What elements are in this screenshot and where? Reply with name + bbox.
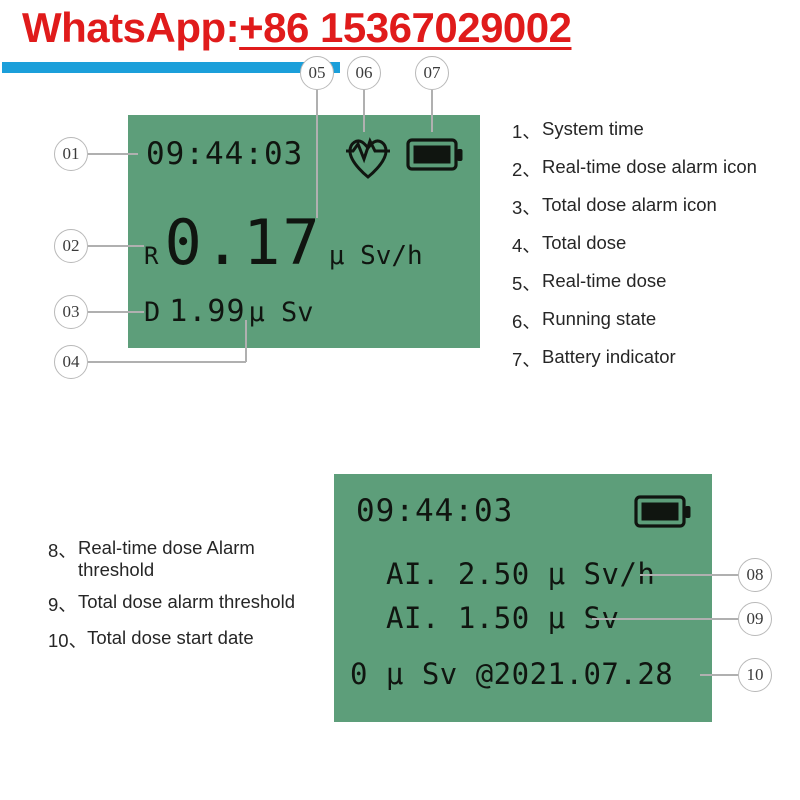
whatsapp-label: WhatsApp: — [22, 4, 240, 51]
legend-item: 7、 Battery indicator — [512, 346, 792, 372]
battery-full-icon — [406, 135, 466, 179]
callout-02-leader — [88, 245, 144, 247]
legend-list-bottom: 8、 Real-time dose Alarm threshold 9、 Tot… — [48, 537, 323, 663]
legend-item-label: Total dose start date — [87, 627, 254, 648]
callout-04-leader-h — [88, 361, 246, 363]
lcd-realtime-dose-prefix: R — [144, 242, 159, 270]
legend-item-number: 7、 — [512, 349, 541, 370]
legend-item-number: 1、 — [512, 121, 541, 142]
legend-item-number: 10、 — [48, 630, 88, 651]
callout-01: 01 — [54, 137, 88, 171]
whatsapp-phone-number: +86 15367029002 — [239, 4, 572, 51]
legend-item: 2、 Real-time dose alarm icon — [512, 156, 792, 182]
legend-item-number: 2、 — [512, 159, 541, 180]
legend-item-label: Total dose alarm threshold — [78, 591, 295, 612]
legend-item-number: 9、 — [48, 594, 77, 615]
lcd-total-dose-prefix: D — [144, 297, 161, 328]
legend-item: 10、 Total dose start date — [48, 627, 323, 653]
callout-07: 07 — [415, 56, 449, 90]
lcd-screen-alarm-settings: 09:44:03 AI. 2.50 μ Sv/h AI. 1.50 μ Sv 0… — [334, 474, 712, 722]
legend-item-label: Running state — [542, 308, 657, 329]
legend-item: 6、 Running state — [512, 308, 792, 334]
legend-item: 3、 Total dose alarm icon — [512, 194, 792, 220]
callout-05-leader — [316, 90, 318, 218]
lcd-total-dose-start-date: 0 μ Sv @2021.07.28 — [350, 657, 674, 691]
callout-03-leader — [88, 311, 144, 313]
lcd-total-dose-alarm-threshold: AI. 1.50 μ Sv — [386, 601, 620, 635]
legend-item-label: System time — [542, 118, 644, 139]
legend-item-number: 4、 — [512, 235, 541, 256]
legend-item-number: 5、 — [512, 273, 541, 294]
lcd-total-dose-row: D 1.99 μ Sv — [144, 297, 314, 327]
callout-04-leader-v — [245, 320, 247, 362]
legend-item: 9、 Total dose alarm threshold — [48, 591, 323, 617]
lcd-realtime-dose-unit: μ Sv/h — [328, 241, 423, 271]
callout-08: 08 — [738, 558, 772, 592]
legend-item-label: Total dose — [542, 232, 627, 253]
lcd-system-time: 09:44:03 — [146, 136, 304, 172]
lcd-total-dose-value: 1.99 — [169, 294, 246, 329]
lcd-realtime-dose-alarm-threshold: AI. 2.50 μ Sv/h — [386, 557, 656, 591]
callout-07-leader — [431, 90, 433, 132]
heartbeat-icon — [340, 133, 396, 187]
header-banner: WhatsApp:+86 15367029002 — [0, 0, 800, 76]
lcd-realtime-dose-row: R 0.17 μ Sv/h — [144, 206, 423, 279]
callout-01-leader — [88, 153, 138, 155]
callout-10-leader — [700, 674, 738, 676]
lcd-alarm-system-time: 09:44:03 — [356, 493, 514, 529]
callout-10: 10 — [738, 658, 772, 692]
callout-09-leader — [592, 618, 738, 620]
legend-item-number: 8、 — [48, 540, 77, 561]
legend-item: 5、 Real-time dose — [512, 270, 792, 296]
legend-item: 4、 Total dose — [512, 232, 792, 258]
legend-item-label: Battery indicator — [542, 346, 676, 367]
blue-divider-bar — [2, 62, 340, 73]
callout-04: 04 — [54, 345, 88, 379]
legend-item-label: Real-time dose Alarm threshold — [78, 537, 255, 580]
lcd-total-dose-unit: μ Sv — [248, 297, 314, 328]
callout-05: 05 — [300, 56, 334, 90]
legend-item-label: Real-time dose alarm icon — [542, 156, 757, 177]
lcd-realtime-dose-value: 0.17 — [164, 206, 322, 279]
whatsapp-contact-heading: WhatsApp:+86 15367029002 — [22, 4, 572, 52]
legend-list-top: 1、 System time 2、 Real-time dose alarm i… — [512, 118, 792, 384]
legend-item-label: Total dose alarm icon — [542, 194, 717, 215]
legend-item-label: Real-time dose — [542, 270, 667, 291]
callout-06-leader — [363, 90, 365, 132]
callout-03: 03 — [54, 295, 88, 329]
legend-item-number: 3、 — [512, 197, 541, 218]
battery-full-icon — [634, 492, 694, 536]
callout-09: 09 — [738, 602, 772, 636]
legend-item: 8、 Real-time dose Alarm threshold — [48, 537, 323, 581]
lcd-screen-main: 09:44:03 R 0.17 μ Sv/h D 1.99 μ Sv — [128, 115, 480, 348]
callout-02: 02 — [54, 229, 88, 263]
legend-item: 1、 System time — [512, 118, 792, 144]
callout-08-leader — [640, 574, 738, 576]
callout-06: 06 — [347, 56, 381, 90]
legend-item-number: 6、 — [512, 311, 541, 332]
